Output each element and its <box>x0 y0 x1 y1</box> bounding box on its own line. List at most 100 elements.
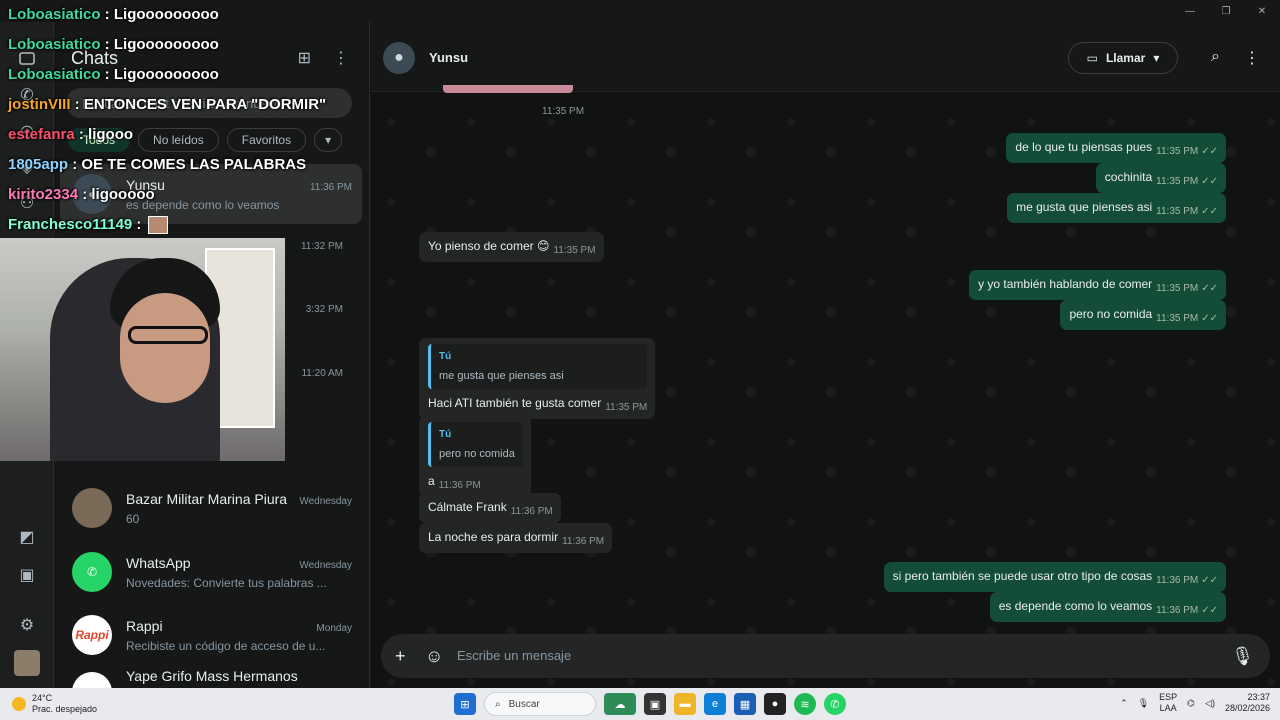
volume-icon[interactable]: ◁) <box>1205 698 1215 709</box>
ai-icon[interactable]: ◩ <box>14 524 40 550</box>
chat-preview: es depende como lo veamos <box>126 197 280 212</box>
message-time: 11:35 PM <box>1156 313 1199 324</box>
incoming-message[interactable]: Tú pero no comida a 11:36 PM <box>419 416 531 497</box>
message-text: La noche es para dormir <box>428 530 559 544</box>
chat-item-yape[interactable]: Yape Grifo Mass Hermanos <box>60 668 362 688</box>
chat-item-rappi[interactable]: Rappi Rappi Monday Recibiste un código d… <box>60 605 362 665</box>
communities-icon[interactable]: ⚇ <box>14 190 40 216</box>
message-time: 11:35 PM <box>1156 206 1199 217</box>
composer: + ☺ Escribe un mensaje 🎙 <box>381 634 1270 678</box>
sticker-icon[interactable]: ☺ <box>425 646 443 667</box>
message-time: 11:35 PM <box>553 245 596 256</box>
outgoing-message[interactable]: cochinita 11:35 PM ✓✓ <box>1095 163 1226 193</box>
chat-item-yunsu[interactable]: ● Yunsu 11:36 PM es depende como lo veam… <box>60 164 362 224</box>
lang-bottom: LAA <box>1159 703 1177 713</box>
filter-more-chevron-icon[interactable]: ▾ <box>314 128 343 152</box>
taskbar-search-label: Buscar <box>508 698 540 710</box>
windows-start-icon[interactable]: ⊞ <box>454 693 476 715</box>
message-text: cochinita <box>1104 170 1153 184</box>
message-text: si pero también se puede usar otro tipo … <box>892 569 1153 583</box>
language-indicator[interactable]: ESP LAA <box>1159 692 1177 714</box>
taskbar-search[interactable]: ⌕ Buscar <box>484 692 596 716</box>
clock[interactable]: 23:37 28/02/2026 <box>1225 692 1270 714</box>
calls-icon[interactable]: ✆ <box>14 82 40 108</box>
chat-item-whatsapp[interactable]: ✆ WhatsApp Wednesday Novedades: Conviert… <box>60 542 362 602</box>
video-camera-icon: ▭ <box>1086 51 1098 65</box>
filter-unread[interactable]: No leídos <box>138 128 219 152</box>
incoming-message[interactable]: La noche es para dormir 11:36 PM <box>419 523 613 553</box>
chat-time: 11:32 PM <box>300 241 343 252</box>
microphone-icon[interactable]: 🎙 <box>1138 698 1149 709</box>
avatar <box>72 672 112 688</box>
whatsapp-window: — ❐ ✕ ✆ ◎ ◈ ⚇ ◩ ▣ ⚙ Chats ⊞ ⋮ Buscar un … <box>0 0 1280 688</box>
media-icon[interactable]: ▣ <box>14 562 40 588</box>
contact-name[interactable]: Yunsu <box>429 50 468 65</box>
chat-time: 3:32 PM <box>305 304 343 315</box>
settings-icon[interactable]: ⚙ <box>14 612 40 638</box>
filter-all[interactable]: Todos <box>68 128 131 152</box>
whatsapp-logo-icon: ✆ <box>72 552 112 592</box>
outgoing-message[interactable]: de lo que tu piensas pues 11:35 PM ✓✓ <box>1006 133 1226 163</box>
channels-icon[interactable]: ◈ <box>14 154 40 180</box>
menu-icon[interactable]: ⋮ <box>333 48 349 68</box>
chat-header: ● Yunsu ▭ Llamar ▾ ⌕ ⋮ <box>371 22 1280 92</box>
quote-author: Tú <box>439 351 452 362</box>
incoming-message[interactable]: Tú me gusta que pienses asi Haci ATI tambi… <box>419 338 656 419</box>
message-text: pero no comida <box>1069 307 1153 321</box>
outgoing-message[interactable]: y yo también hablando de comer 11:35 PM ✓✓ <box>969 270 1226 300</box>
chevron-up-icon[interactable]: ⌃ <box>1120 698 1128 709</box>
weather-desc: Prac. despejado <box>32 704 98 714</box>
minimize-button[interactable]: — <box>1172 0 1208 22</box>
microphone-icon[interactable]: 🎙 <box>1231 646 1254 667</box>
message-input[interactable]: Escribe un mensaje <box>457 648 571 663</box>
attach-plus-icon[interactable]: + <box>395 646 406 667</box>
status-icon[interactable]: ◎ <box>14 118 40 144</box>
search-icon[interactable]: ⌕ <box>1211 48 1220 68</box>
chevron-down-icon: ▾ <box>1153 51 1160 65</box>
weather-widget[interactable]: 24°C Prac. despejado <box>12 693 97 715</box>
whatsapp-taskbar-icon[interactable]: ✆ <box>824 693 846 715</box>
message-time: 11:35 PM <box>1156 176 1199 187</box>
maximize-button[interactable]: ❐ <box>1208 0 1244 22</box>
contact-avatar[interactable]: ● <box>383 42 415 74</box>
outgoing-message[interactable]: me gusta que pienses asi 11:35 PM ✓✓ <box>1007 193 1226 223</box>
call-label: Llamar <box>1105 51 1146 65</box>
network-icon[interactable]: ⌬ <box>1187 698 1195 709</box>
outgoing-message[interactable]: pero no comida 11:35 PM ✓✓ <box>1060 300 1226 330</box>
file-explorer-icon[interactable]: ▬ <box>674 693 696 715</box>
menu-icon[interactable]: ⋮ <box>1244 48 1260 68</box>
message-time: 11:36 PM <box>510 506 553 517</box>
profile-avatar[interactable] <box>14 650 40 676</box>
quote-text: me gusta que pienses asi <box>439 370 564 382</box>
chat-preview: Recibiste un código de acceso de u... <box>126 638 326 653</box>
message-time: 11:35 PM <box>1156 283 1199 294</box>
edge-icon[interactable]: e <box>704 693 726 715</box>
task-view-icon[interactable]: ▣ <box>644 693 666 715</box>
outgoing-message[interactable]: es depende como lo veamos 11:36 PM ✓✓ <box>989 592 1226 622</box>
widgets-icon[interactable]: ☁ <box>604 693 636 715</box>
message-text: Haci ATI también te gusta comer <box>428 396 602 410</box>
sun-icon <box>12 697 26 711</box>
quoted-message[interactable]: Tú pero no comida <box>428 422 523 467</box>
incoming-message[interactable]: Yo pienso de comer 😊 11:35 PM <box>419 232 604 262</box>
chat-item-bazar[interactable]: Bazar Militar Marina Piura Wednesday 60 <box>60 478 362 538</box>
stream-chat-separator: : <box>100 6 114 23</box>
image-thumbnail[interactable] <box>443 85 573 93</box>
clock-date: 28/02/2026 <box>1224 703 1270 713</box>
close-button[interactable]: ✕ <box>1244 0 1280 22</box>
chats-icon[interactable] <box>14 46 40 72</box>
new-chat-icon[interactable]: ⊞ <box>298 48 311 68</box>
chat-preview: 60 <box>126 511 140 526</box>
quoted-message[interactable]: Tú me gusta que pienses asi <box>428 344 648 389</box>
incoming-message[interactable]: Cálmate Frank 11:36 PM <box>419 493 561 523</box>
double-check-icon: ✓✓ <box>1201 146 1218 157</box>
outgoing-message[interactable]: si pero también se puede usar otro tipo … <box>883 562 1226 592</box>
search-input[interactable]: Buscar un chat o iniciar uno nuevo <box>66 88 352 118</box>
obs-icon[interactable]: ● <box>764 693 786 715</box>
call-button[interactable]: ▭ Llamar ▾ <box>1068 42 1178 74</box>
weather-temp: 24°C <box>32 693 53 703</box>
filter-favorites[interactable]: Favoritos <box>226 128 307 152</box>
message-time: 11:36 PM <box>1156 605 1199 616</box>
spotify-icon[interactable]: ≋ <box>794 693 816 715</box>
store-icon[interactable]: ▦ <box>734 693 756 715</box>
